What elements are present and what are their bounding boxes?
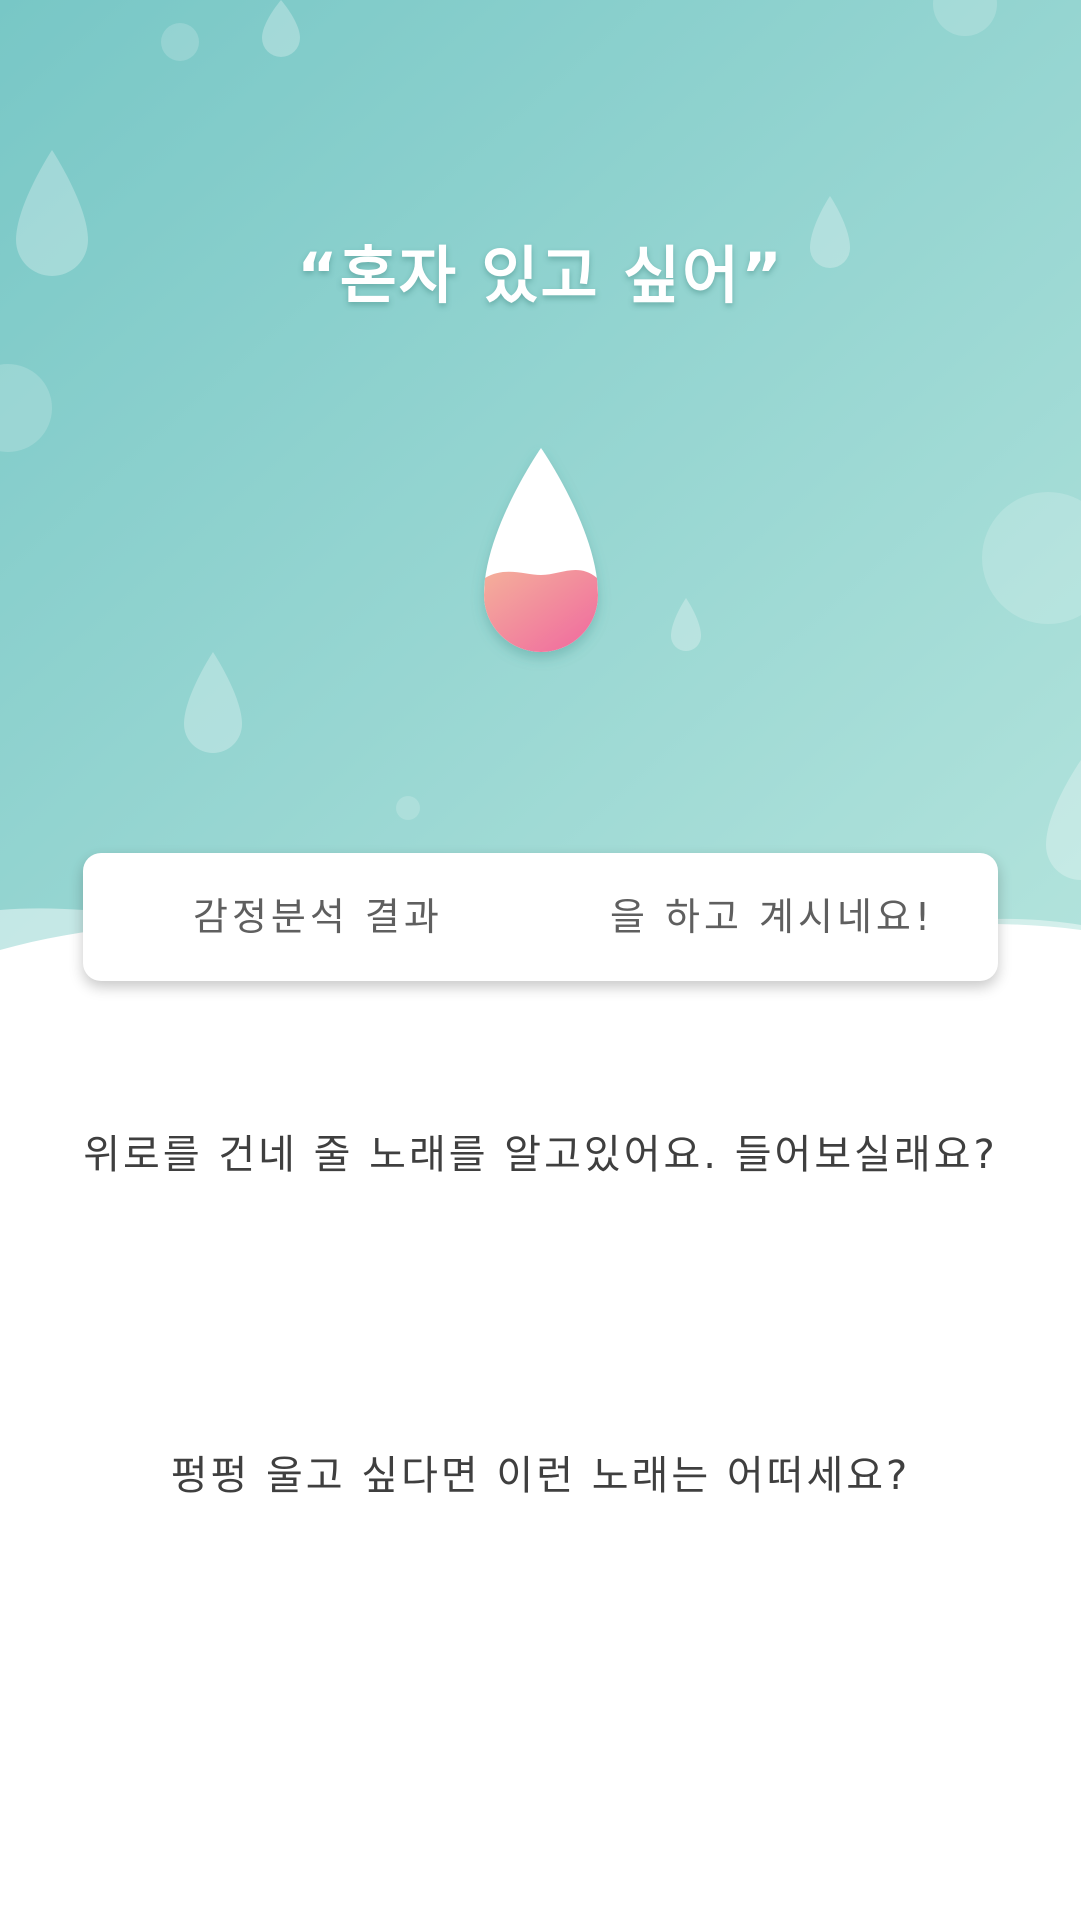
result-card-left-label: 감정분석 결과	[193, 895, 443, 939]
emotion-result-screen: “혼자 있고 싶어” 감정분석 결과 을 하고 계시네요! 위로를 건네 줄 노…	[0, 0, 1081, 1920]
result-card-right-label: 을 하고 계시네요!	[610, 895, 935, 939]
recommendation-prompt-comfort: 위로를 건네 줄 노래를 알고있어요. 들어보실래요?	[83, 1132, 998, 1178]
recommendation-prompt-cry: 펑펑 울고 싶다면 이런 노래는 어떠세요?	[170, 1453, 911, 1499]
emotion-result-card: 감정분석 결과 을 하고 계시네요!	[83, 853, 998, 981]
emotion-quote-title: “혼자 있고 싶어”	[297, 239, 784, 312]
hero-background	[0, 0, 1081, 960]
